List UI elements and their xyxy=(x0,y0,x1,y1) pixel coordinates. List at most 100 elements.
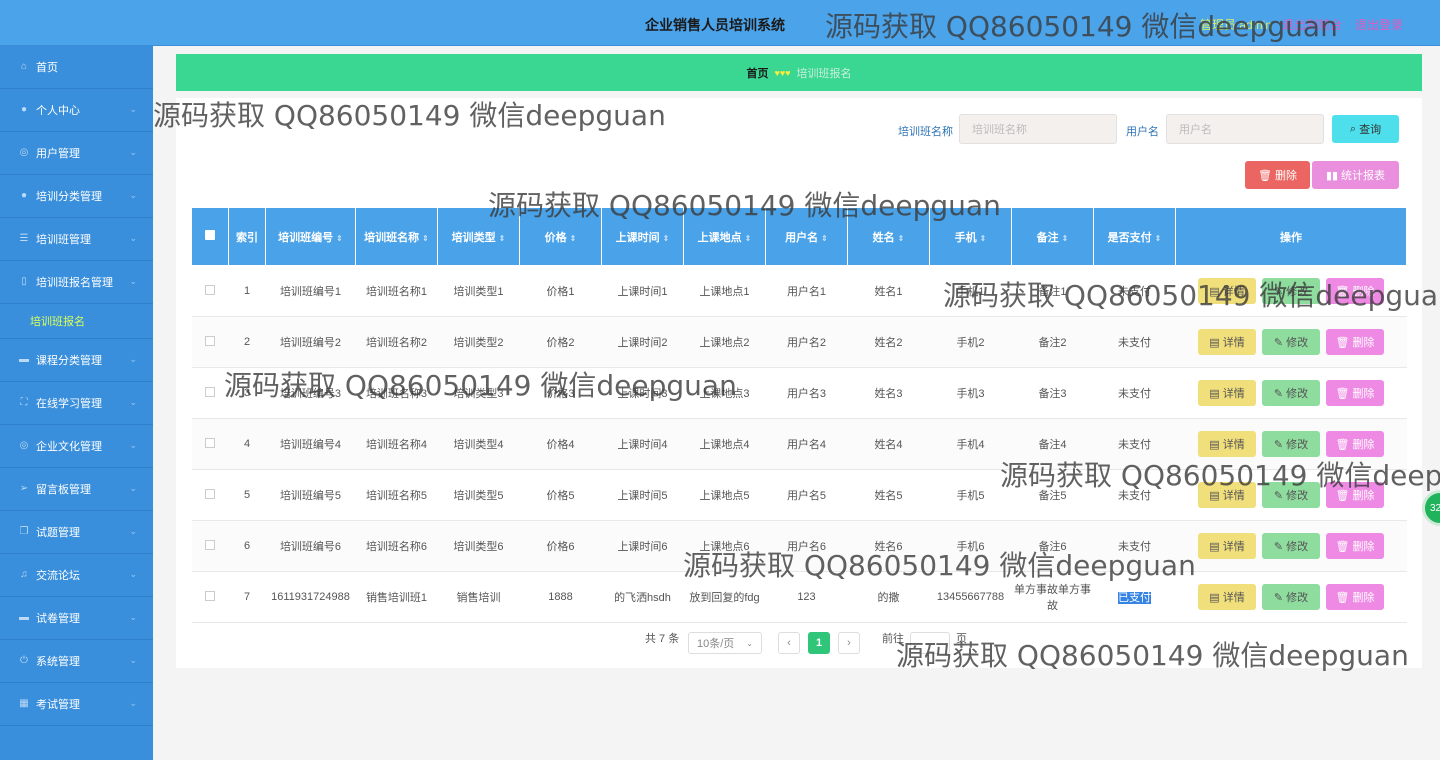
sidebar-item[interactable]: ▬ 试卷管理 ⌄ xyxy=(0,597,153,640)
detail-label: 详情 xyxy=(1222,592,1245,604)
sort-icon[interactable]: ⇕ xyxy=(1155,234,1162,243)
cell-value: 5 xyxy=(243,489,251,501)
delete-label: 删除 xyxy=(1352,388,1375,400)
column-header[interactable]: 备注 ⇕ xyxy=(1011,207,1094,266)
sidebar-item[interactable]: ● 个人中心 ⌄ xyxy=(0,89,153,132)
prev-page-button[interactable]: ‹ xyxy=(778,632,800,654)
detail-button[interactable]: ▤ 详情 xyxy=(1198,584,1256,610)
row-checkbox[interactable] xyxy=(205,335,215,346)
page-size-select[interactable]: 10条/页 ⌄ xyxy=(688,632,762,654)
sidebar-item[interactable]: ➢ 留言板管理 ⌄ xyxy=(0,468,153,511)
row-checkbox[interactable] xyxy=(205,539,215,550)
copy-icon: ❐ xyxy=(19,526,29,537)
search-user-input[interactable]: 用户名 xyxy=(1166,114,1324,144)
delete-button[interactable]: 🗑 删除 xyxy=(1326,380,1384,406)
row-checkbox[interactable] xyxy=(205,437,215,448)
cell-value: 上课地点5 xyxy=(699,490,750,502)
table-cell: 2 xyxy=(228,316,266,368)
table-cell: 价格1 xyxy=(519,265,602,317)
chevron-down-icon: ⌄ xyxy=(129,190,137,200)
sidebar-item[interactable]: ◎ 企业文化管理 ⌄ xyxy=(0,425,153,468)
operations-cell: ▤ 详情 ✎ 修改 🗑 删除 xyxy=(1175,520,1407,572)
sort-icon[interactable]: ⇕ xyxy=(336,234,343,243)
row-checkbox[interactable] xyxy=(205,590,215,601)
cell-value: 姓名1 xyxy=(874,286,903,298)
delete-button[interactable]: 🗑 删除 xyxy=(1326,533,1384,559)
edit-button[interactable]: ✎ 修改 xyxy=(1262,584,1320,610)
watermark: 源码获取 QQ86050149 微信deepguan xyxy=(224,369,737,402)
detail-button[interactable]: ▤ 详情 xyxy=(1198,329,1256,355)
column-header-label: 上课地点 xyxy=(697,231,742,244)
page-size-value: 10条/页 xyxy=(697,638,735,650)
cell-value: 13455667788 xyxy=(936,591,1005,603)
report-button[interactable]: ▮▮ 统计报表 xyxy=(1312,161,1399,189)
batch-delete-button[interactable]: 🗑 删除 xyxy=(1245,161,1310,189)
cell-value: 上课时间4 xyxy=(617,439,668,451)
page-number-current[interactable]: 1 xyxy=(808,632,830,654)
cell-value: 未支付 xyxy=(1118,388,1151,400)
frame-icon: ⛶ xyxy=(20,397,28,408)
next-page-button[interactable]: › xyxy=(838,632,860,654)
sort-icon[interactable]: ⇕ xyxy=(570,234,577,243)
select-all-checkbox[interactable] xyxy=(205,230,215,240)
edit-label: 修改 xyxy=(1286,439,1309,451)
edit-button[interactable]: ✎ 修改 xyxy=(1262,380,1320,406)
sidebar-item[interactable]: ▦ 考试管理 ⌄ xyxy=(0,683,153,726)
row-checkbox[interactable] xyxy=(205,386,215,397)
sidebar-item[interactable]: ⏻ 系统管理 ⌄ xyxy=(0,640,153,683)
delete-label: 删除 xyxy=(1352,439,1375,451)
sidebar-item[interactable]: ▬ 课程分类管理 ⌄ xyxy=(0,339,153,382)
sort-icon[interactable]: ⇕ xyxy=(422,234,429,243)
query-button[interactable]: ⌕ 查询 xyxy=(1332,115,1399,143)
cell-value: 用户名4 xyxy=(786,439,827,451)
column-header[interactable]: 培训班名称 ⇕ xyxy=(355,207,438,266)
user-icon: ● xyxy=(20,104,28,115)
cell-value: 7 xyxy=(243,591,251,603)
operations-cell: ▤ 详情 ✎ 修改 🗑 删除 xyxy=(1175,316,1407,368)
sidebar-item[interactable]: ⛶ 在线学习管理 ⌄ xyxy=(0,382,153,425)
logout-link[interactable]: 退出登录 xyxy=(1355,16,1403,33)
sidebar-item[interactable]: ▯ 培训班报名管理 ⌄ xyxy=(0,261,153,304)
row-checkbox[interactable] xyxy=(205,284,215,295)
column-header-label: 价格 xyxy=(544,231,567,244)
detail-button[interactable]: ▤ 详情 xyxy=(1198,380,1256,406)
row-select-cell xyxy=(191,418,229,470)
detail-button[interactable]: ▤ 详情 xyxy=(1198,533,1256,559)
sidebar-subitem-enroll[interactable]: 培训班报名 xyxy=(0,304,153,339)
sort-icon[interactable]: ⇕ xyxy=(499,234,506,243)
row-select-cell xyxy=(191,316,229,368)
sort-icon[interactable]: ⇕ xyxy=(980,234,987,243)
sort-icon[interactable]: ⇕ xyxy=(898,234,905,243)
sort-icon[interactable]: ⇕ xyxy=(663,234,670,243)
cell-value: 6 xyxy=(243,540,251,552)
sidebar-item[interactable]: ❐ 试题管理 ⌄ xyxy=(0,511,153,554)
sidebar-item[interactable]: ● 培训分类管理 ⌄ xyxy=(0,175,153,218)
chat-icon: ▬ xyxy=(19,354,29,365)
table-cell: 未支付 xyxy=(1093,316,1176,368)
sidebar-item[interactable]: ☰ 培训班管理 ⌄ xyxy=(0,218,153,261)
edit-button[interactable]: ✎ 修改 xyxy=(1262,533,1320,559)
search-name-input[interactable]: 培训班名称 xyxy=(959,114,1117,144)
table-cell: 培训类型1 xyxy=(437,265,520,317)
edit-button[interactable]: ✎ 修改 xyxy=(1262,329,1320,355)
chevron-down-icon: ⌄ xyxy=(129,526,137,536)
delete-button[interactable]: 🗑 删除 xyxy=(1326,584,1384,610)
table-cell: 培训班编号1 xyxy=(265,265,356,317)
delete-button[interactable]: 🗑 删除 xyxy=(1326,329,1384,355)
sidebar-item[interactable]: ♫ 交流论坛 ⌄ xyxy=(0,554,153,597)
column-header[interactable]: 是否支付 ⇕ xyxy=(1093,207,1176,266)
edit-label: 修改 xyxy=(1286,388,1309,400)
sort-icon[interactable]: ⇕ xyxy=(821,234,828,243)
sidebar-item[interactable]: ◎ 用户管理 ⌄ xyxy=(0,132,153,175)
cell-value: 销售培训 xyxy=(456,592,501,604)
sort-icon[interactable]: ⇕ xyxy=(1062,234,1069,243)
trash-icon: 🗑 xyxy=(1335,438,1350,451)
floating-badge[interactable]: 32 xyxy=(1422,490,1440,526)
column-header[interactable]: 培训班编号 ⇕ xyxy=(265,207,356,266)
sidebar-item[interactable]: ⌂ 首页 xyxy=(0,46,153,89)
row-checkbox[interactable] xyxy=(205,488,215,499)
sort-icon[interactable]: ⇕ xyxy=(745,234,752,243)
table-cell: 上课地点2 xyxy=(683,316,766,368)
cell-value: 1888 xyxy=(548,591,573,603)
breadcrumb-home[interactable]: 首页 xyxy=(746,65,768,81)
